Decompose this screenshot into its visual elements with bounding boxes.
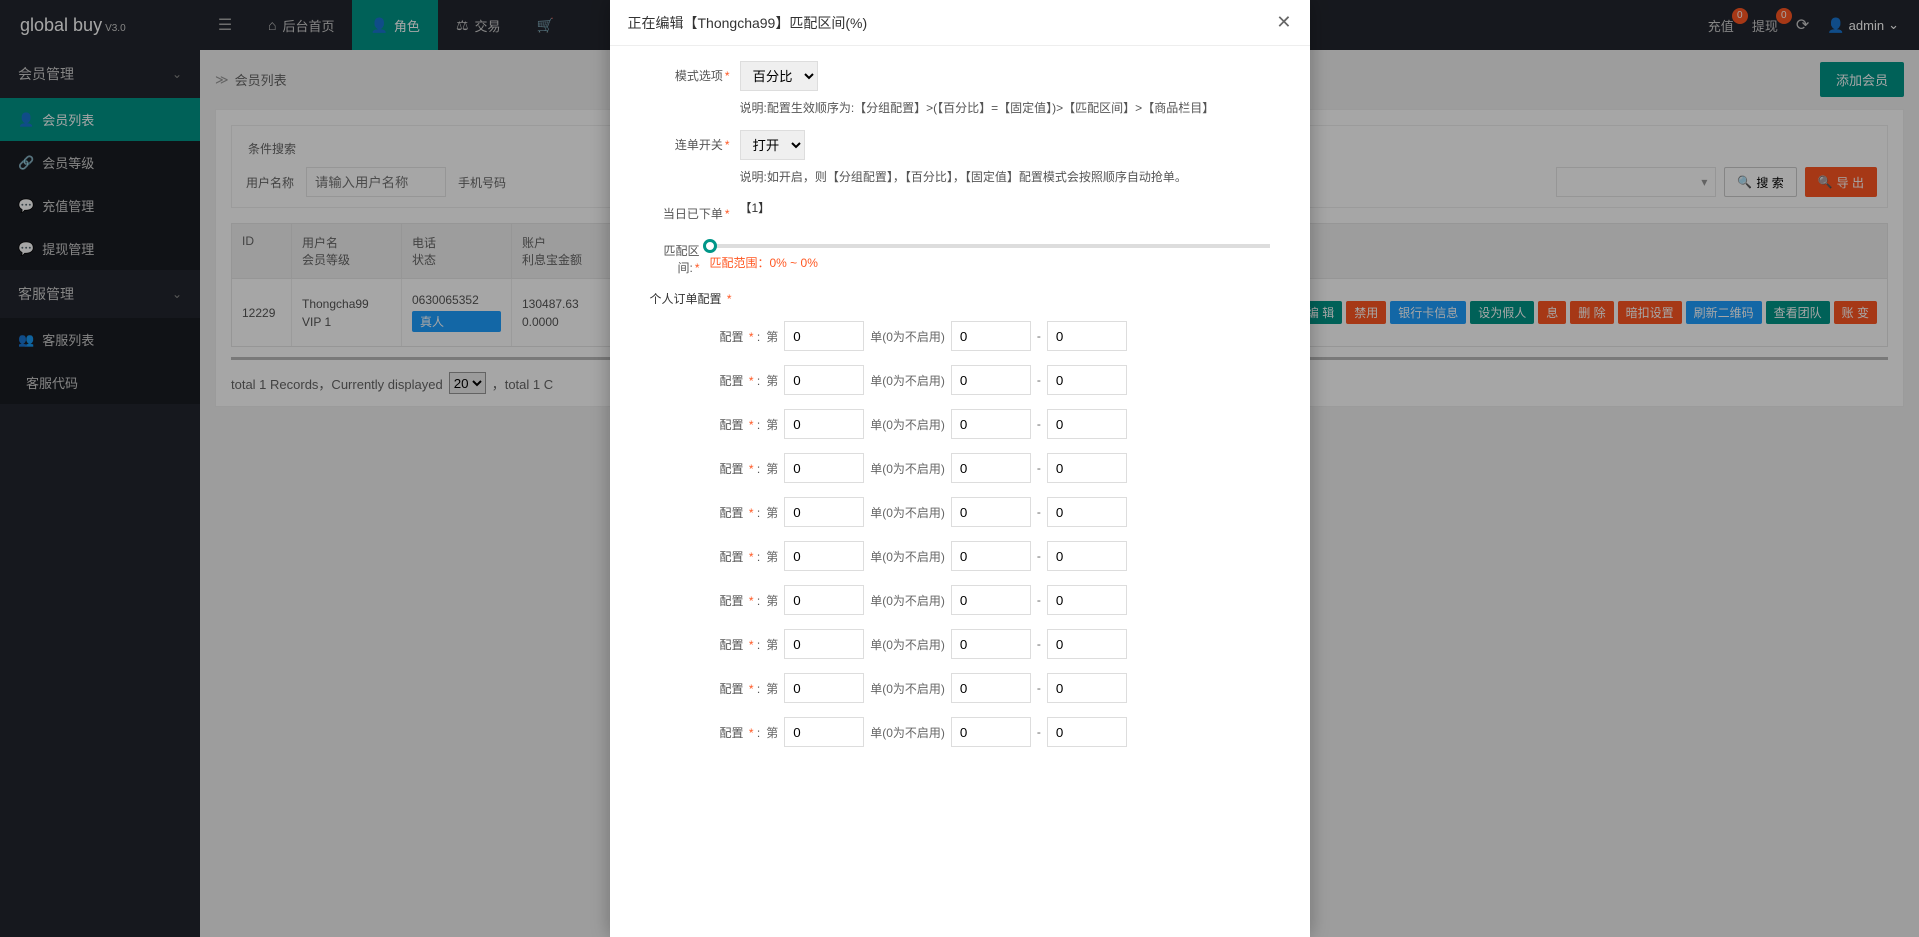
- cfg-row-1: 配置 * :第单(0为不启用)-: [720, 365, 1270, 395]
- cfg-input-min-2[interactable]: [951, 409, 1031, 439]
- mode-label: 模式选项*: [650, 61, 740, 84]
- range-text: 匹配范围：0% ~ 0%: [710, 254, 1270, 271]
- serial-note: 说明:如开启，则【分组配置】，【百分比】，【固定值】配置模式会按照顺序自动抢单。: [740, 168, 1187, 185]
- today-label: 当日已下单*: [650, 199, 740, 222]
- cfg-row-2: 配置 * :第单(0为不启用)-: [720, 409, 1270, 439]
- cfg-row-7: 配置 * :第单(0为不启用)-: [720, 629, 1270, 659]
- cfg-input-min-3[interactable]: [951, 453, 1031, 483]
- cfg-input-order-4[interactable]: [784, 497, 864, 527]
- cfg-input-max-6[interactable]: [1047, 585, 1127, 615]
- cfg-row-8: 配置 * :第单(0为不启用)-: [720, 673, 1270, 703]
- cfg-row-9: 配置 * :第单(0为不启用)-: [720, 717, 1270, 747]
- cfg-input-max-1[interactable]: [1047, 365, 1127, 395]
- slider-handle[interactable]: [703, 239, 717, 253]
- cfg-input-order-7[interactable]: [784, 629, 864, 659]
- cfg-input-order-2[interactable]: [784, 409, 864, 439]
- personal-config-title: 个人订单配置 *: [650, 290, 1270, 307]
- cfg-input-min-0[interactable]: [951, 321, 1031, 351]
- cfg-input-order-1[interactable]: [784, 365, 864, 395]
- cfg-input-min-6[interactable]: [951, 585, 1031, 615]
- cfg-input-max-8[interactable]: [1047, 673, 1127, 703]
- cfg-row-6: 配置 * :第单(0为不启用)-: [720, 585, 1270, 615]
- cfg-input-min-4[interactable]: [951, 497, 1031, 527]
- cfg-input-max-5[interactable]: [1047, 541, 1127, 571]
- cfg-input-max-4[interactable]: [1047, 497, 1127, 527]
- cfg-row-3: 配置 * :第单(0为不启用)-: [720, 453, 1270, 483]
- cfg-input-order-3[interactable]: [784, 453, 864, 483]
- modal-title: 正在编辑【Thongcha99】匹配区间(%): [628, 13, 868, 33]
- serial-select[interactable]: 打开: [740, 130, 805, 160]
- cfg-input-min-5[interactable]: [951, 541, 1031, 571]
- serial-label: 连单开关*: [650, 130, 740, 153]
- mode-select[interactable]: 百分比: [740, 61, 818, 91]
- range-slider[interactable]: [710, 244, 1270, 248]
- cfg-input-order-9[interactable]: [784, 717, 864, 747]
- cfg-input-min-1[interactable]: [951, 365, 1031, 395]
- cfg-input-order-6[interactable]: [784, 585, 864, 615]
- modal: 正在编辑【Thongcha99】匹配区间(%) ✕ 模式选项* 百分比 说明:配…: [610, 0, 1310, 937]
- today-value: 【1】: [740, 199, 771, 216]
- mode-note: 说明:配置生效顺序为:【分组配置】>(【百分比】=【固定值】)>【匹配区间】>【…: [740, 99, 1215, 116]
- cfg-input-max-9[interactable]: [1047, 717, 1127, 747]
- cfg-row-0: 配置 * :第单(0为不启用)-: [720, 321, 1270, 351]
- cfg-input-max-7[interactable]: [1047, 629, 1127, 659]
- cfg-input-max-0[interactable]: [1047, 321, 1127, 351]
- cfg-input-order-0[interactable]: [784, 321, 864, 351]
- close-icon[interactable]: ✕: [1276, 12, 1291, 33]
- cfg-input-order-8[interactable]: [784, 673, 864, 703]
- cfg-input-min-9[interactable]: [951, 717, 1031, 747]
- cfg-input-max-3[interactable]: [1047, 453, 1127, 483]
- cfg-input-order-5[interactable]: [784, 541, 864, 571]
- cfg-input-max-2[interactable]: [1047, 409, 1127, 439]
- cfg-row-4: 配置 * :第单(0为不启用)-: [720, 497, 1270, 527]
- cfg-input-min-8[interactable]: [951, 673, 1031, 703]
- cfg-input-min-7[interactable]: [951, 629, 1031, 659]
- range-label: 匹配区间:*: [650, 236, 710, 276]
- cfg-row-5: 配置 * :第单(0为不启用)-: [720, 541, 1270, 571]
